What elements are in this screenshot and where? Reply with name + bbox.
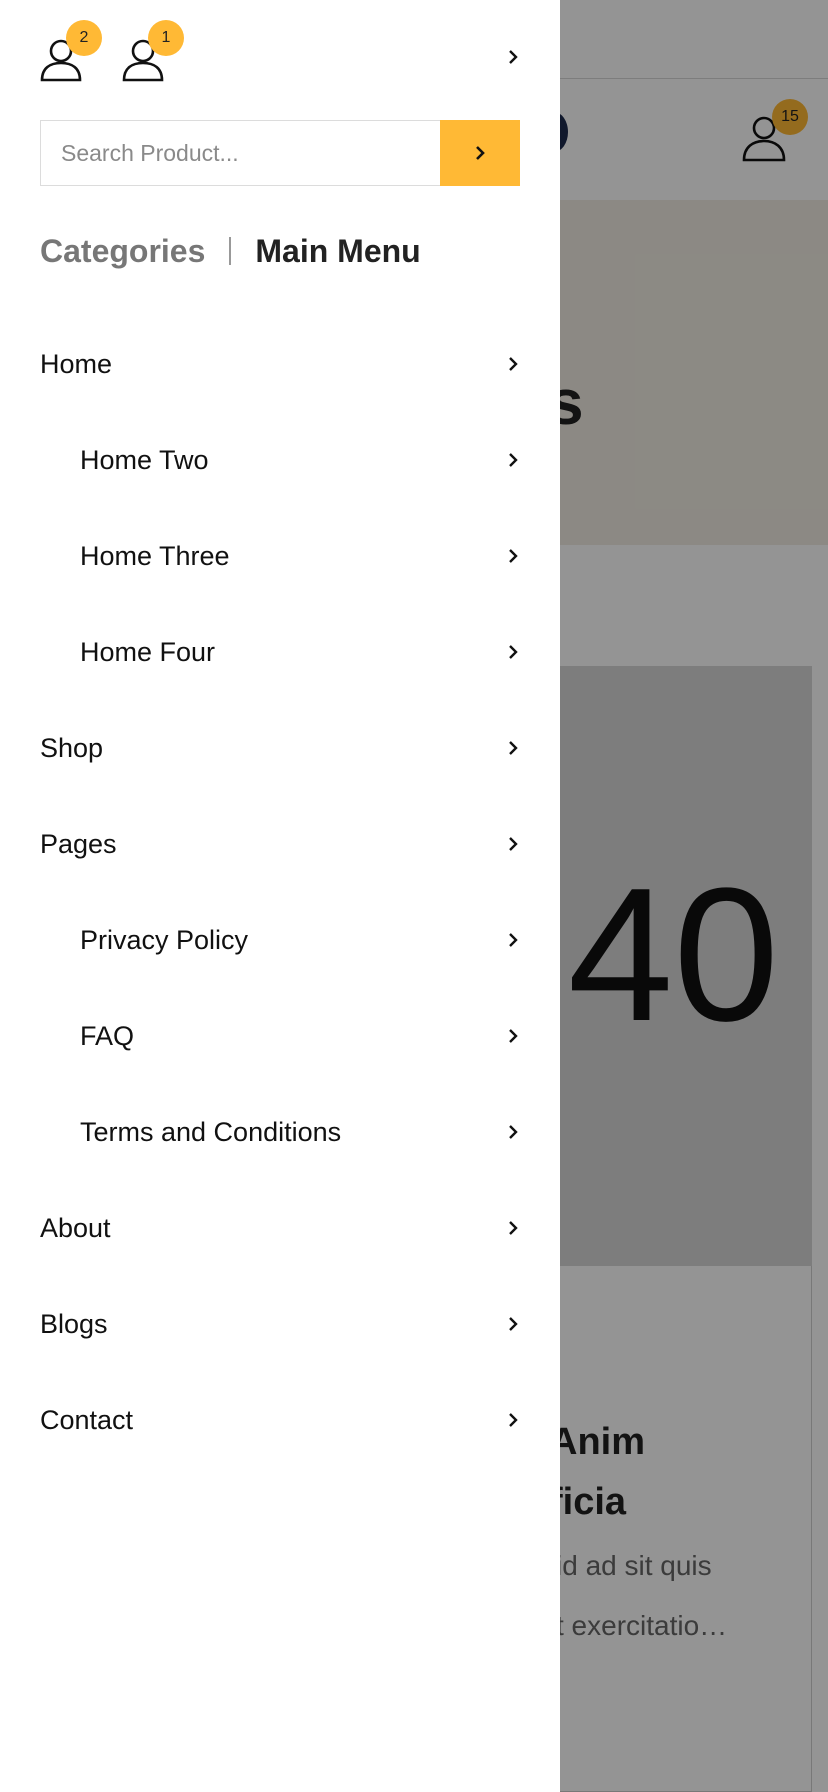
- chevron-right-icon: [509, 1413, 518, 1427]
- menu-item-privacy-policy[interactable]: Privacy Policy: [40, 892, 520, 988]
- menu-item-label: FAQ: [80, 1020, 135, 1051]
- menu-item-home[interactable]: Home: [40, 316, 520, 412]
- search-bar: [40, 120, 520, 186]
- menu-item-label: About: [40, 1212, 111, 1243]
- chevron-right-icon: [509, 1221, 518, 1235]
- chevron-right-icon[interactable]: [506, 50, 520, 64]
- menu-item-label: Pages: [40, 828, 117, 859]
- search-input[interactable]: [40, 120, 440, 186]
- menu-item-label: Terms and Conditions: [80, 1116, 342, 1147]
- chevron-right-icon: [509, 645, 518, 659]
- menu-item-label: Blogs: [40, 1308, 108, 1339]
- menu-item-shop[interactable]: Shop: [40, 700, 520, 796]
- mobile-menu-drawer: 2 1 Categories Main Menu Home Home Two: [0, 0, 560, 1792]
- chevron-right-icon: [476, 146, 485, 160]
- menu-item-label: Home: [40, 348, 113, 379]
- menu-item-home-four[interactable]: Home Four: [40, 604, 520, 700]
- menu-item-faq[interactable]: FAQ: [40, 988, 520, 1084]
- tab-categories[interactable]: Categories: [40, 233, 205, 270]
- menu-item-contact[interactable]: Contact: [40, 1372, 520, 1468]
- chevron-right-icon: [509, 1125, 518, 1139]
- chevron-right-icon: [509, 549, 518, 563]
- chevron-right-icon: [509, 1029, 518, 1043]
- tab-divider: [229, 237, 232, 265]
- tab-main-menu[interactable]: Main Menu: [255, 233, 420, 270]
- menu-item-label: Home Three: [80, 540, 230, 571]
- chevron-right-icon: [509, 357, 518, 371]
- menu-item-home-three[interactable]: Home Three: [40, 508, 520, 604]
- chevron-right-icon: [509, 1317, 518, 1331]
- account-badge-2: 1: [148, 20, 184, 56]
- account-badge-1: 2: [66, 20, 102, 56]
- menu-item-pages[interactable]: Pages: [40, 796, 520, 892]
- menu-item-home-two[interactable]: Home Two: [40, 412, 520, 508]
- menu-item-label: Home Two: [80, 444, 209, 475]
- chevron-right-icon: [509, 933, 518, 947]
- chevron-right-icon: [509, 453, 518, 467]
- menu-item-label: Contact: [40, 1404, 134, 1435]
- menu-item-terms-and-conditions[interactable]: Terms and Conditions: [40, 1084, 520, 1180]
- menu-item-label: Privacy Policy: [80, 924, 249, 955]
- menu-item-about[interactable]: About: [40, 1180, 520, 1276]
- menu-item-label: Shop: [40, 732, 104, 763]
- menu-item-label: Home Four: [80, 636, 216, 667]
- drawer-tabs: Categories Main Menu: [40, 228, 421, 274]
- search-submit-button[interactable]: [440, 120, 520, 186]
- menu-item-blogs[interactable]: Blogs: [40, 1276, 520, 1372]
- chevron-right-icon: [509, 741, 518, 755]
- chevron-right-icon: [509, 837, 518, 851]
- drawer-account-row: 2 1: [40, 20, 520, 82]
